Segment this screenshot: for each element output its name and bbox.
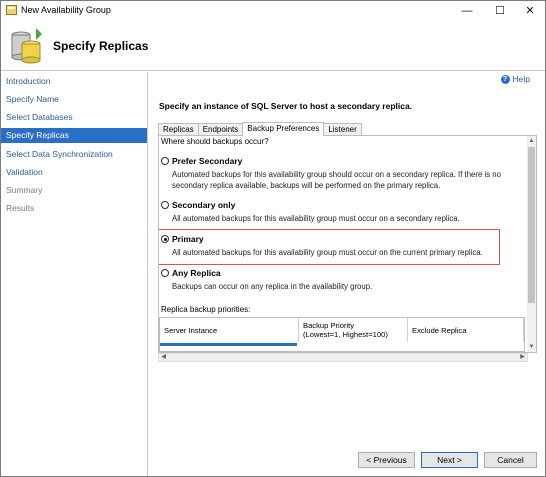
help-link[interactable]: ? Help — [500, 74, 530, 84]
nav-item-results: Results — [6, 203, 35, 213]
nav-item-specify-replicas[interactable]: Specify Replicas — [1, 128, 147, 143]
nav-item-specify-name[interactable]: Specify Name — [1, 92, 147, 107]
scroll-up-icon[interactable]: ▲ — [527, 136, 536, 146]
backup-preferences-panel: Where should backups occur? Prefer Secon… — [158, 135, 537, 353]
help-label: Help — [512, 74, 530, 84]
minimize-button[interactable]: — — [450, 1, 484, 20]
grid-header: Server Instance Backup Priority (Lowest=… — [160, 318, 524, 342]
nav-item-introduction[interactable]: Introduction — [1, 74, 147, 89]
scroll-left-icon[interactable]: ◀ — [159, 354, 168, 361]
replica-priorities-grid[interactable]: Server Instance Backup Priority (Lowest=… — [159, 317, 525, 352]
nav-item-summary: Summary — [6, 185, 43, 195]
column-header-server-instance[interactable]: Server Instance — [160, 318, 299, 342]
scroll-right-icon[interactable]: ▶ — [518, 354, 527, 361]
option-description: All automated backups for this availabil… — [172, 214, 460, 223]
previous-button[interactable]: < Previous — [358, 452, 415, 468]
wizard-window: New Availability Group — ☐ ✕ Specify Rep… — [0, 0, 546, 477]
radio-prefer-secondary[interactable] — [161, 157, 169, 165]
radio-any-replica[interactable] — [161, 269, 169, 277]
option-description: Backups can occur on any replica in the … — [172, 282, 373, 291]
page-title: Specify Replicas — [53, 39, 149, 53]
backup-question: Where should backups occur? — [161, 137, 269, 146]
radio-primary[interactable] — [161, 235, 169, 243]
next-button[interactable]: Next > — [421, 452, 478, 468]
nav-item-select-data-synchronization[interactable]: Select Data Synchronization — [1, 147, 147, 162]
nav-item-select-databases[interactable]: Select Databases — [1, 110, 147, 125]
option-description: Automated backups for this availability … — [172, 170, 501, 190]
close-button[interactable]: ✕ — [513, 1, 546, 20]
cancel-button[interactable]: Cancel — [484, 452, 537, 468]
instruction-text: Specify an instance of SQL Server to hos… — [159, 101, 413, 111]
column-header-backup-priority[interactable]: Backup Priority (Lowest=1, Highest=100) — [299, 318, 408, 342]
option-description: All automated backups for this availabil… — [172, 248, 483, 257]
wizard-nav: Introduction Specify Name Select Databas… — [1, 72, 148, 476]
option-label: Any Replica — [172, 268, 221, 278]
replica-priorities-label: Replica backup priorities: — [161, 305, 251, 314]
vertical-scrollbar[interactable]: ▲ ▼ — [527, 136, 536, 352]
main-content: ? Help Specify an instance of SQL Server… — [149, 72, 545, 476]
scroll-down-icon[interactable]: ▼ — [527, 342, 536, 352]
title-bar: New Availability Group — ☐ ✕ — [1, 1, 545, 20]
app-icon — [6, 5, 17, 15]
maximize-button[interactable]: ☐ — [483, 1, 517, 20]
window-title: New Availability Group — [21, 5, 111, 15]
nav-item-validation[interactable]: Validation — [1, 165, 147, 180]
column-header-exclude-replica[interactable]: Exclude Replica — [408, 318, 524, 342]
selected-row-indicator — [160, 343, 297, 346]
option-label: Primary — [172, 234, 204, 244]
option-label: Secondary only — [172, 200, 236, 210]
tab-strip: Replicas Endpoints Backup Preferences Li… — [158, 122, 362, 136]
help-icon: ? — [500, 74, 510, 84]
tab-backup-preferences[interactable]: Backup Preferences — [242, 122, 325, 136]
option-label: Prefer Secondary — [172, 156, 243, 166]
page-header: Specify Replicas — [1, 20, 545, 71]
availability-group-wizard-icon — [11, 28, 42, 64]
horizontal-scrollbar[interactable]: ◀ ▶ — [158, 353, 528, 362]
radio-secondary-only[interactable] — [161, 201, 169, 209]
table-row[interactable] — [160, 343, 524, 352]
scroll-thumb[interactable] — [528, 147, 535, 303]
